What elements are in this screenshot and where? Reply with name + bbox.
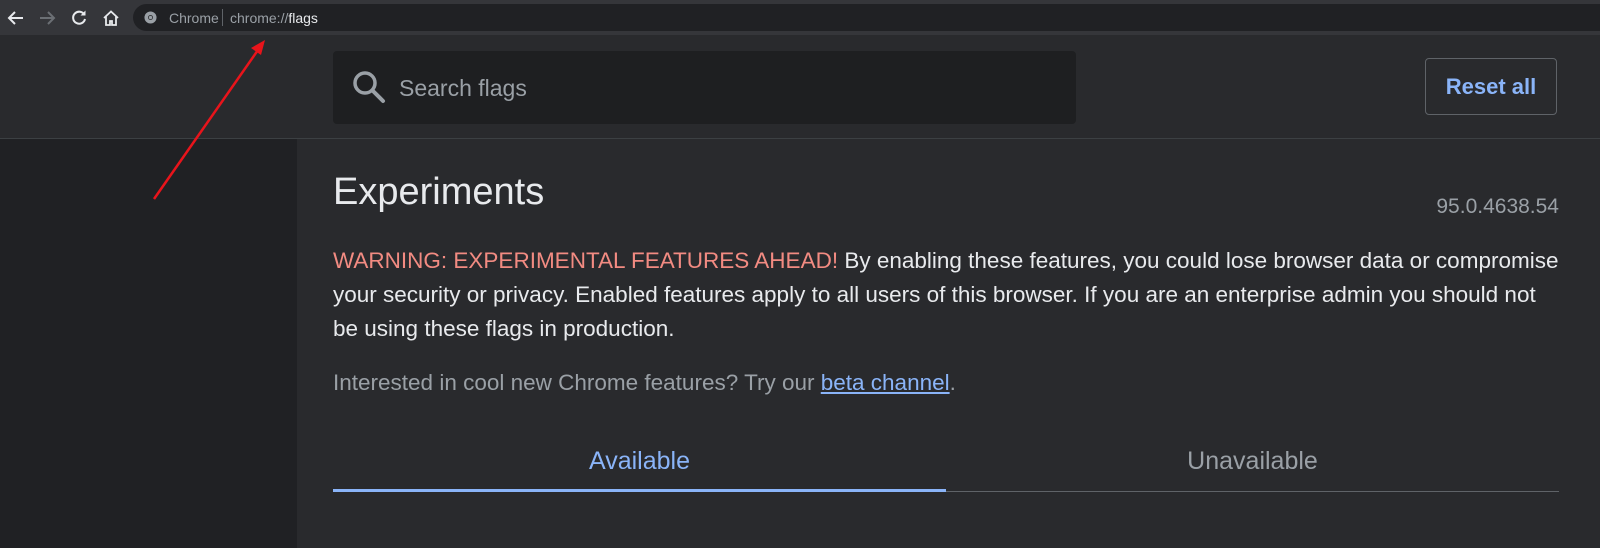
promo-end: . (949, 370, 956, 395)
reload-button[interactable] (67, 6, 91, 30)
flags-header: Reset all (0, 35, 1600, 139)
version-number: 95.0.4638.54 (1436, 195, 1559, 218)
page-title: Experiments (333, 171, 545, 213)
chrome-logo-icon (144, 11, 157, 24)
search-input[interactable] (397, 51, 1061, 126)
search-icon (353, 71, 385, 103)
back-button[interactable] (4, 6, 28, 30)
promo-text: Interested in cool new Chrome features? … (333, 370, 821, 395)
reset-all-button[interactable]: Reset all (1425, 58, 1557, 115)
back-arrow-icon (7, 11, 23, 25)
url-path: flags (288, 10, 318, 26)
home-button[interactable] (99, 6, 123, 30)
search-box[interactable] (333, 51, 1076, 126)
home-icon (103, 10, 119, 26)
beta-channel-link[interactable]: beta channel (821, 370, 950, 395)
browser-toolbar: Chrome chrome://flags (0, 0, 1600, 35)
promo-message: Interested in cool new Chrome features? … (333, 370, 956, 396)
url-text[interactable]: chrome://flags (230, 10, 318, 26)
experiments-panel: Experiments 95.0.4638.54 WARNING: EXPERI… (297, 139, 1600, 548)
warning-label: WARNING: EXPERIMENTAL FEATURES AHEAD! (333, 248, 839, 273)
left-gutter (0, 139, 297, 548)
forward-button[interactable] (35, 6, 59, 30)
address-bar[interactable]: Chrome chrome://flags (133, 4, 1600, 31)
site-chip-label: Chrome (169, 10, 219, 26)
tab-bar: Available Unavailable (333, 432, 1559, 492)
url-scheme: chrome:// (230, 10, 289, 26)
tab-available[interactable]: Available (333, 432, 946, 492)
forward-arrow-icon (40, 11, 56, 25)
reload-icon (72, 10, 86, 25)
active-tab-indicator (333, 489, 946, 492)
tab-available-label: Available (588, 446, 690, 475)
warning-message: WARNING: EXPERIMENTAL FEATURES AHEAD! By… (333, 244, 1563, 346)
chip-divider (222, 9, 223, 26)
tab-unavailable[interactable]: Unavailable (946, 432, 1559, 490)
tab-unavailable-label: Unavailable (1187, 446, 1318, 475)
